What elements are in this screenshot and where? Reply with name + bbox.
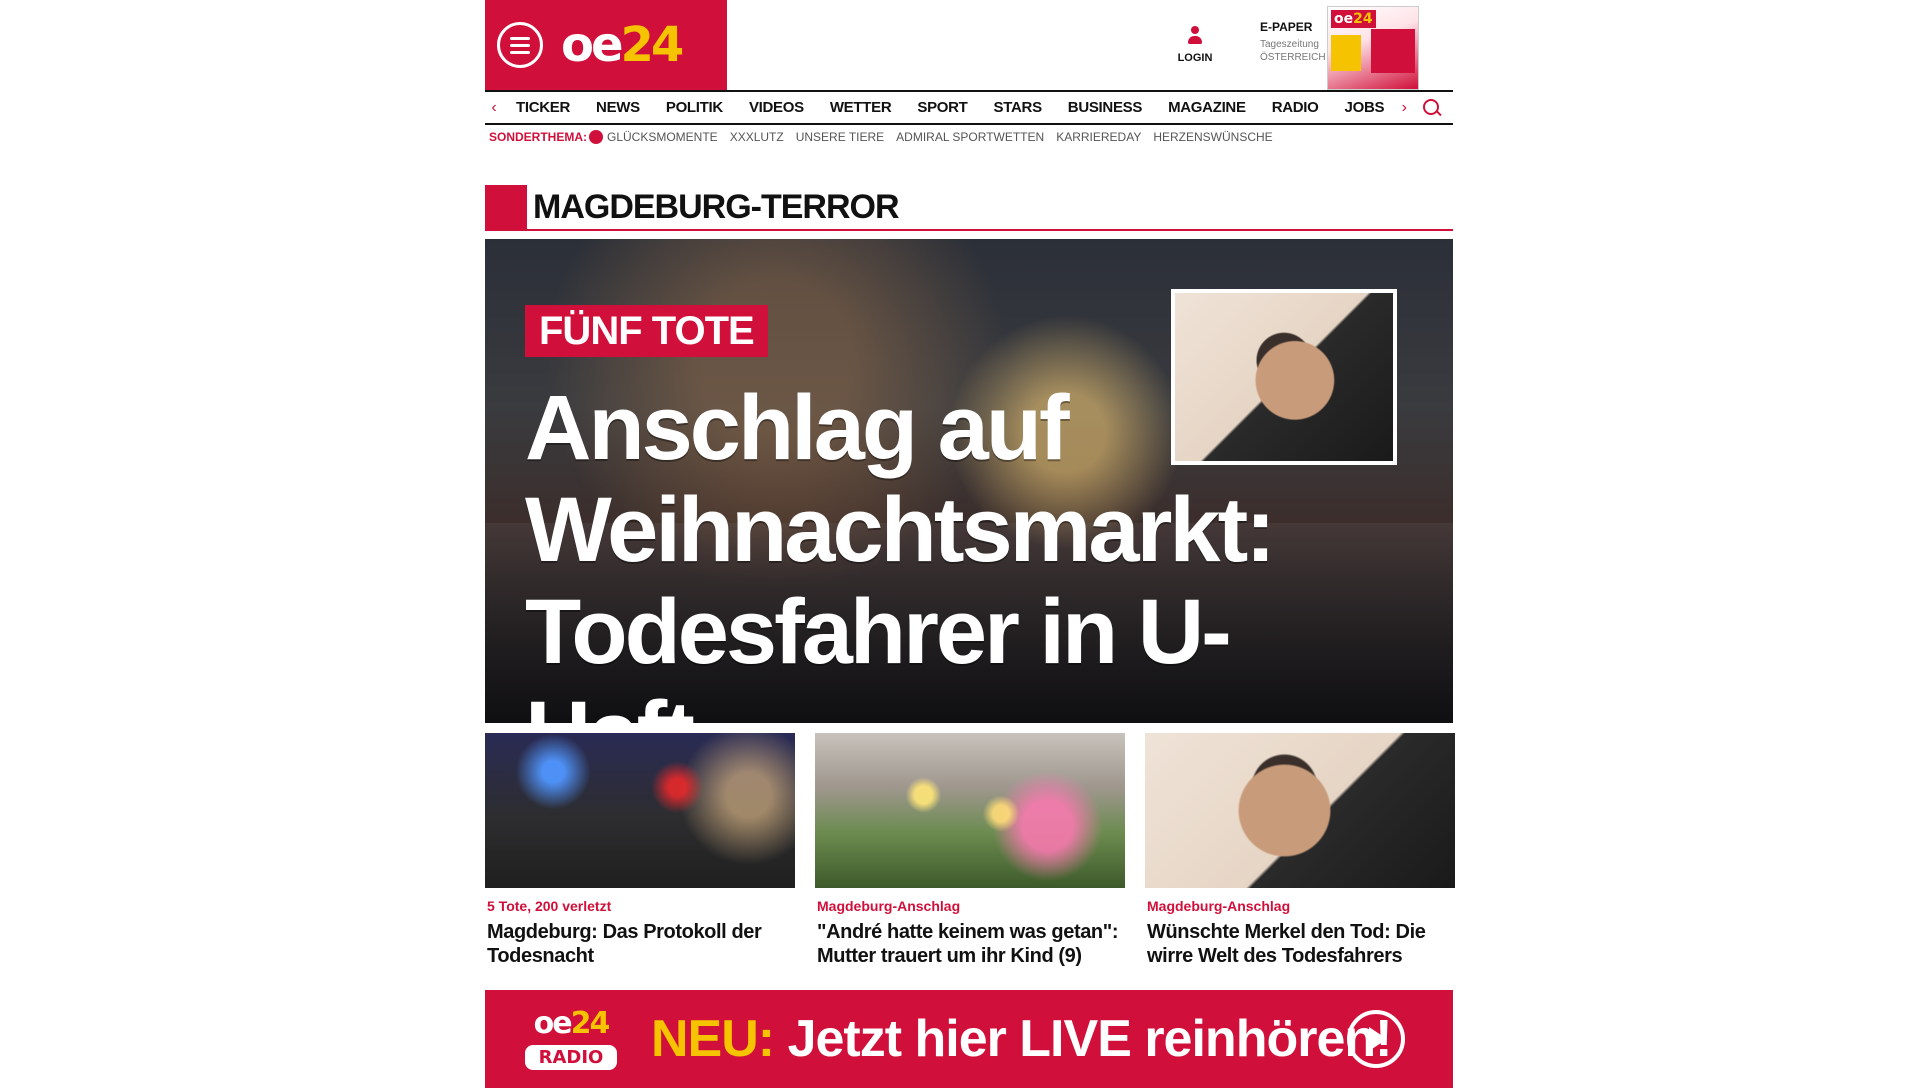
teaser-row: 5 Tote, 200 verletzt Magdeburg: Das Prot… — [485, 733, 1455, 968]
teaser-title: "André hatte keinem was getan": Mutter t… — [817, 921, 1119, 967]
heart-icon — [589, 130, 603, 144]
epaper-cover-logo-letters: oe — [1334, 11, 1354, 27]
epaper-cover-image[interactable]: oe24 — [1327, 6, 1419, 90]
radio-logo-number: 24 — [570, 1005, 611, 1041]
section-marker — [485, 185, 527, 229]
nav-item-jobs[interactable]: JOBS — [1332, 99, 1398, 116]
radio-banner-text: NEU: Jetzt hier LIVE reinhören! — [651, 1009, 1393, 1069]
nav-item-magazine[interactable]: MAGAZINE — [1155, 99, 1259, 116]
special-topics-label: SONDERTHEMA: — [489, 130, 587, 144]
radio-logo-top: oe24 — [511, 1005, 631, 1041]
nav-item-wetter[interactable]: WETTER — [817, 99, 905, 116]
site-header: oe24 LOGIN E-PAPER Tageszeitung ÖSTERREI… — [485, 0, 1453, 90]
hero-article[interactable]: FÜNF TOTE Anschlag auf Weihnachtsmarkt: … — [485, 239, 1453, 723]
epaper-cover-logo-number: 24 — [1353, 11, 1373, 27]
special-topic-link[interactable]: KARRIEREDAY — [1056, 130, 1141, 144]
special-topics-bar: SONDERTHEMA: GLÜCKSMOMENTE XXXLUTZ UNSER… — [485, 125, 1453, 149]
epaper-cover-red-block — [1371, 29, 1415, 73]
teaser-image — [1145, 733, 1455, 888]
epaper-subtitle-line2: ÖSTERREICH — [1260, 52, 1326, 63]
teaser-card[interactable]: 5 Tote, 200 verletzt Magdeburg: Das Prot… — [485, 733, 795, 968]
hamburger-line — [510, 36, 530, 40]
teaser-card[interactable]: Magdeburg-Anschlag "André hatte keinem w… — [815, 733, 1125, 968]
section-heading: MAGDEBURG-TERROR — [485, 185, 1453, 229]
teaser-kicker: Magdeburg-Anschlag — [817, 898, 961, 914]
radio-logo-bottom: RADIO — [525, 1044, 617, 1070]
epaper-cover-yellow-block — [1331, 35, 1361, 71]
nav-item-ticker[interactable]: TICKER — [503, 99, 583, 116]
radio-banner[interactable]: oe24 RADIO NEU: Jetzt hier LIVE reinhöre… — [485, 990, 1453, 1088]
nav-item-business[interactable]: BUSINESS — [1055, 99, 1155, 116]
nav-item-sport[interactable]: SPORT — [904, 99, 980, 116]
hamburger-line — [510, 50, 530, 54]
epaper-subtitle-line1: Tageszeitung — [1260, 39, 1319, 50]
teaser-kicker: 5 Tote, 200 verletzt — [487, 898, 612, 914]
special-topic-link[interactable]: GLÜCKSMOMENTE — [607, 130, 718, 144]
hero-badge: FÜNF TOTE — [525, 305, 768, 357]
nav-item-videos[interactable]: VIDEOS — [736, 99, 817, 116]
search-icon[interactable] — [1423, 99, 1441, 117]
page: oe24 LOGIN E-PAPER Tageszeitung ÖSTERREI… — [485, 0, 1455, 1088]
play-icon[interactable] — [1347, 1010, 1405, 1068]
special-topic-link[interactable]: XXXLUTZ — [730, 130, 784, 144]
radio-banner-message: Jetzt hier LIVE reinhören! — [787, 1010, 1393, 1068]
user-icon — [1186, 26, 1204, 48]
epaper-link[interactable]: E-PAPER Tageszeitung ÖSTERREICH — [1260, 20, 1326, 64]
nav-item-politik[interactable]: POLITIK — [653, 99, 736, 116]
hero-headline-line3: Todesfahrer in U-Haft — [525, 581, 1232, 723]
hero-headline-line2: Weihnachtsmarkt: — [525, 479, 1276, 581]
teaser-title: Magdeburg: Das Protokoll der Todesnacht — [487, 921, 762, 967]
chevron-right-icon[interactable]: › — [1402, 99, 1407, 117]
site-logo[interactable]: oe24 — [561, 21, 684, 69]
special-topic-link[interactable]: ADMIRAL SPORTWETTEN — [896, 130, 1044, 144]
teaser-image — [815, 733, 1125, 888]
nav-item-radio[interactable]: RADIO — [1259, 99, 1332, 116]
logo-box: oe24 — [485, 0, 727, 90]
chevron-left-icon[interactable]: ‹ — [485, 99, 503, 117]
nav-item-stars[interactable]: STARS — [981, 99, 1055, 116]
login-label: LOGIN — [1177, 52, 1213, 64]
logo-number: 24 — [620, 17, 685, 73]
main-navigation: ‹ TICKER NEWS POLITIK VIDEOS WETTER SPOR… — [485, 90, 1453, 125]
nav-items: TICKER NEWS POLITIK VIDEOS WETTER SPORT … — [503, 99, 1397, 116]
radio-logo: oe24 RADIO — [511, 1005, 631, 1070]
teaser-image — [485, 733, 795, 888]
radio-banner-prefix: NEU: — [651, 1010, 775, 1068]
special-topic-link[interactable]: HERZENSWÜNSCHE — [1153, 130, 1272, 144]
teaser-card[interactable]: Magdeburg-Anschlag Wünschte Merkel den T… — [1145, 733, 1455, 968]
hamburger-menu-button[interactable] — [497, 22, 543, 68]
section-divider — [485, 229, 1453, 231]
login-button[interactable]: LOGIN — [1175, 26, 1215, 64]
nav-item-news[interactable]: NEWS — [583, 99, 653, 116]
logo-letters: oe — [561, 17, 624, 73]
teaser-kicker: Magdeburg-Anschlag — [1147, 898, 1291, 914]
epaper-title: E-PAPER — [1260, 20, 1313, 34]
section-title: MAGDEBURG-TERROR — [533, 187, 900, 226]
radio-logo-letters: oe — [533, 1005, 573, 1041]
hero-inset-photo — [1171, 289, 1397, 465]
hamburger-line — [510, 43, 530, 47]
special-topic-link[interactable]: UNSERE TIERE — [796, 130, 884, 144]
epaper-subtitle: Tageszeitung ÖSTERREICH — [1260, 38, 1326, 64]
teaser-title: Wünschte Merkel den Tod: Die wirre Welt … — [1147, 921, 1426, 967]
epaper-cover-logo: oe24 — [1331, 10, 1376, 28]
